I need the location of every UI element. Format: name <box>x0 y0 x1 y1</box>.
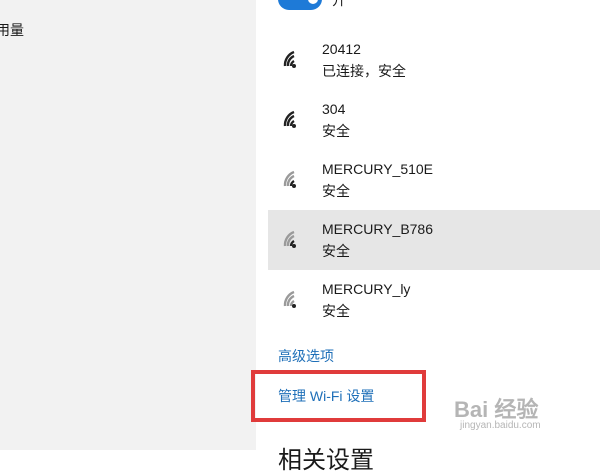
advanced-options-link[interactable]: 高级选项 <box>278 346 334 366</box>
watermark-url: jingyan.baidu.com <box>460 420 541 431</box>
wifi-network-status: 安全 <box>322 303 350 319</box>
toggle-knob <box>308 0 318 4</box>
wifi-network-name: MERCURY_B786 <box>322 221 434 237</box>
wifi-network-status: 安全 <box>322 243 350 259</box>
baidu-jingyan-watermark: Bai 经验 jingyan.baidu.com <box>454 392 594 438</box>
wifi-signal-icon <box>283 50 296 68</box>
wifi-network-list: 20412 已连接，安全 304 安全 MERCURY_510E 安全 MERC… <box>268 30 600 330</box>
wifi-network-name: 20412 <box>322 41 361 57</box>
wifi-toggle[interactable] <box>278 0 322 10</box>
wifi-signal-icon <box>283 290 296 308</box>
wifi-network-item[interactable]: MERCURY_ly 安全 <box>268 270 600 330</box>
wifi-signal-icon <box>283 230 296 248</box>
settings-nav-pane: 用量 <box>0 0 256 450</box>
wifi-network-item-selected[interactable]: MERCURY_B786 安全 <box>268 210 600 270</box>
wifi-network-status: 安全 <box>322 183 350 199</box>
wifi-network-item[interactable]: 20412 已连接，安全 <box>268 30 600 90</box>
wifi-network-name: 304 <box>322 101 346 117</box>
wifi-network-item[interactable]: 304 安全 <box>268 90 600 150</box>
wifi-network-name: MERCURY_510E <box>322 161 434 177</box>
wifi-network-status: 安全 <box>322 123 350 139</box>
manage-wifi-settings-link[interactable]: 管理 Wi-Fi 设置 <box>278 386 374 406</box>
wifi-network-status: 已连接，安全 <box>322 63 406 79</box>
wifi-network-item[interactable]: MERCURY_510E 安全 <box>268 150 600 210</box>
wifi-signal-icon <box>283 170 296 188</box>
wifi-network-name: MERCURY_ly <box>322 281 411 297</box>
wifi-signal-icon <box>283 110 296 128</box>
nav-item-data-usage[interactable]: 用量 <box>0 20 24 40</box>
related-settings-heading: 相关设置 <box>278 447 374 474</box>
wifi-toggle-label: 开 <box>332 0 346 8</box>
